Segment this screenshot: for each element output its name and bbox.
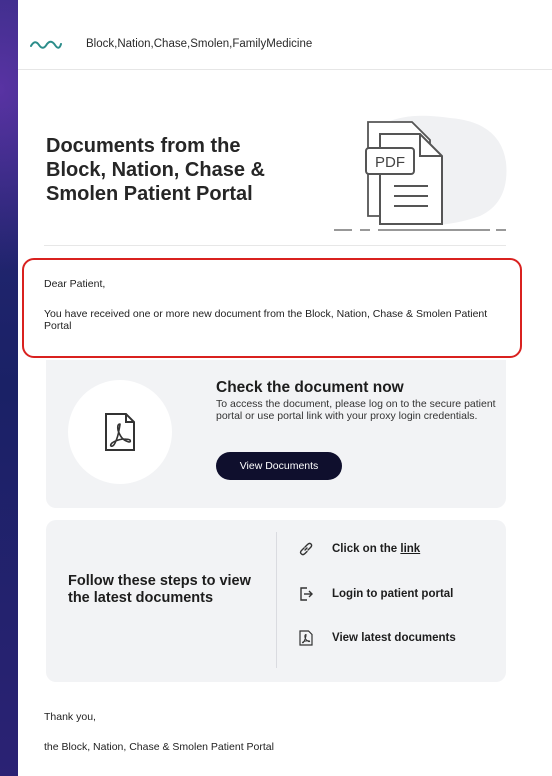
brand-header: Block,Nation,Chase,Smolen,FamilyMedicine xyxy=(18,18,552,70)
pdf-icon xyxy=(105,413,135,451)
page-title: Documents from the Block, Nation, Chase … xyxy=(46,135,265,205)
login-icon xyxy=(298,586,314,602)
portal-link[interactable]: link xyxy=(400,543,420,555)
check-document-text: To access the document, please log on to… xyxy=(216,398,496,422)
brand-name: Block,Nation,Chase,Smolen,FamilyMedicine xyxy=(86,37,313,50)
svg-text:PDF: PDF xyxy=(375,154,405,171)
section-divider xyxy=(44,245,506,246)
pdf-icon xyxy=(298,630,314,646)
step-label: Click on the xyxy=(332,543,401,555)
step-label: View latest documents xyxy=(332,632,456,644)
view-documents-button[interactable]: View Documents xyxy=(216,452,342,480)
thanks-text: Thank you, xyxy=(44,711,96,723)
steps-divider xyxy=(276,532,277,668)
step-view-documents: View latest documents xyxy=(298,630,456,646)
message-text: You have received one or more new docume… xyxy=(44,308,488,332)
step-login: Login to patient portal xyxy=(298,586,453,602)
steps-title: Follow these steps to view the latest do… xyxy=(68,573,251,606)
signature-text: the Block, Nation, Chase & Smolen Patien… xyxy=(44,741,274,753)
check-document-title: Check the document now xyxy=(216,379,404,396)
pdf-circle xyxy=(68,380,172,484)
step-click-link: Click on the link xyxy=(298,541,420,557)
greeting-text: Dear Patient, xyxy=(44,278,106,290)
step-label: Login to patient portal xyxy=(332,588,454,600)
brand-logo-icon xyxy=(30,40,62,49)
pdf-illustration-icon: PDF xyxy=(334,115,507,231)
link-icon xyxy=(298,541,314,557)
